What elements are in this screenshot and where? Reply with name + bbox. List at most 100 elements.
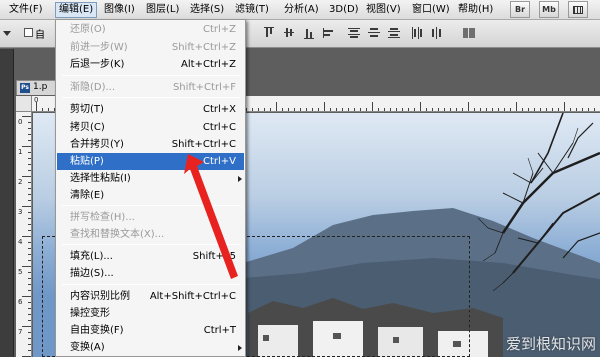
distribute-vcenter-icon[interactable] [367,26,381,40]
ruler-tick [28,224,31,225]
distribute-left-icon[interactable] [410,26,424,40]
ruler-number: 1 [18,148,23,156]
ruler-tick [28,230,31,231]
align-vcenter-icon[interactable] [282,26,296,40]
ruler-tick [306,108,307,111]
menu-file[interactable]: 文件(F) [6,2,46,18]
ruler-tick [552,108,553,111]
ruler-tick [492,108,493,111]
ruler-tick [28,242,31,243]
document-tab[interactable]: Ps 1.p [16,80,56,95]
menu-bar: 文件(F) 编辑(E) 图像(I) 图层(L) 选择(S) 滤镜(T) 分析(A… [0,0,600,20]
auto-align-layers-icon[interactable] [462,26,476,40]
ruler-tick [270,108,271,111]
ruler-tick [324,102,325,111]
edit-menu-item-shortcut: Ctrl+Z [202,24,236,35]
ruler-tick [528,108,529,111]
ruler-tick [28,182,31,183]
edit-menu-item[interactable]: 渐隐(D)... Shift+Ctrl+F [57,79,244,96]
menu-image[interactable]: 图像(I) [101,2,138,18]
ruler-tick [28,350,31,351]
ruler-tick [28,302,31,303]
menu-edit[interactable]: 编辑(E) [55,2,98,18]
edit-menu-item-label: 后退一步(K) [70,59,125,70]
ruler-tick [390,108,391,111]
ruler-tick [28,290,31,291]
mini-bridge-button[interactable]: Mb [539,1,559,18]
ruler-tick [288,108,289,111]
ruler-tick [468,102,469,111]
bridge-button[interactable]: Br [510,1,530,18]
ruler-tick [408,108,409,111]
menu-window[interactable]: 窗口(W) [409,2,453,18]
menu-analysis[interactable]: 分析(A) [281,2,322,18]
edit-menu-item-label: 还原(O) [70,24,106,35]
ruler-tick [570,108,571,111]
menu-layer[interactable]: 图层(L) [143,2,182,18]
ruler-tick [28,170,31,171]
vertical-ruler[interactable]: 0 1 2 3 4 5 6 7 [16,112,32,357]
edit-menu-item[interactable]: 变换(A) [57,339,244,356]
menu-filter[interactable]: 滤镜(T) [232,2,272,18]
edit-menu-item[interactable]: 还原(O) Ctrl+Z [57,21,244,38]
ruler-number: 6 [18,298,23,306]
ruler-tick [480,108,481,111]
ruler-number: 3 [18,208,23,216]
edit-menu-item[interactable]: 拷贝(C) Ctrl+C [57,119,244,136]
ruler-tick [594,108,595,111]
ruler-tick [522,108,523,111]
ruler-tick [336,108,337,111]
menu-help[interactable]: 帮助(H) [455,2,496,18]
ruler-tick [28,332,31,333]
edit-menu-item-label: 渐隐(D)... [70,82,116,93]
ruler-tick [426,108,427,111]
edit-menu-item-shortcut: Alt+Ctrl+Z [181,59,236,70]
ruler-tick [432,108,433,111]
edit-menu-item-label: 内容识别比例 [70,291,130,302]
view-extras-button[interactable] [568,1,588,18]
menu-select[interactable]: 选择(S) [187,2,227,18]
edit-menu-item[interactable]: 操控变形 [57,305,244,322]
edit-menu-item-label: 描边(S)... [70,268,114,279]
ruler-tick [348,108,349,111]
ruler-tick [22,266,31,267]
ruler-tick [22,146,31,147]
distribute-top-icon[interactable] [347,26,361,40]
ruler-tick [28,314,31,315]
menu-view[interactable]: 视图(V) [363,2,404,18]
ruler-tick [28,212,31,213]
align-left-icon[interactable] [322,26,336,40]
ruler-number: 5 [18,268,23,276]
edit-menu-item-label: 查找和替换文本(X)... [70,229,165,240]
ruler-tick [28,320,31,321]
edit-menu-item-shortcut: Ctrl+C [202,122,236,133]
distribute-hcenter-icon[interactable] [430,26,444,40]
align-top-icon[interactable] [262,26,276,40]
tool-preset-icon[interactable] [3,31,11,36]
ruler-tick [28,344,31,345]
menu-3d[interactable]: 3D(D) [326,2,362,18]
edit-menu-item-shortcut: Shift+Ctrl+Z [171,42,236,53]
edit-menu-item[interactable]: 剪切(T) Ctrl+X [57,101,244,118]
ruler-tick [28,308,31,309]
edit-menu-item-label: 变换(A) [70,342,105,353]
auto-select-label: 自 [35,30,45,41]
ruler-tick [264,108,265,111]
edit-menu-item-label: 前进一步(W) [70,42,128,53]
edit-menu-item[interactable]: 内容识别比例 Alt+Shift+Ctrl+C [57,288,244,305]
edit-menu-item-shortcut: Alt+Shift+Ctrl+C [149,291,236,302]
ruler-tick [504,108,505,111]
edit-menu-item[interactable]: 前进一步(W) Shift+Ctrl+Z [57,39,244,56]
ruler-tick [498,108,499,111]
ruler-number: 4 [18,238,23,246]
align-bottom-icon[interactable] [302,26,316,40]
edit-menu-item[interactable]: 自由变换(F) Ctrl+T [57,322,244,339]
ruler-tick [28,254,31,255]
distribute-bottom-icon[interactable] [387,26,401,40]
auto-select-checkbox[interactable] [24,28,33,37]
ruler-tick [444,108,445,111]
ruler-tick [360,108,361,111]
edit-menu-item[interactable]: 后退一步(K) Alt+Ctrl+Z [57,56,244,73]
pointer-arrow-icon [184,154,238,279]
ruler-tick [22,296,31,297]
